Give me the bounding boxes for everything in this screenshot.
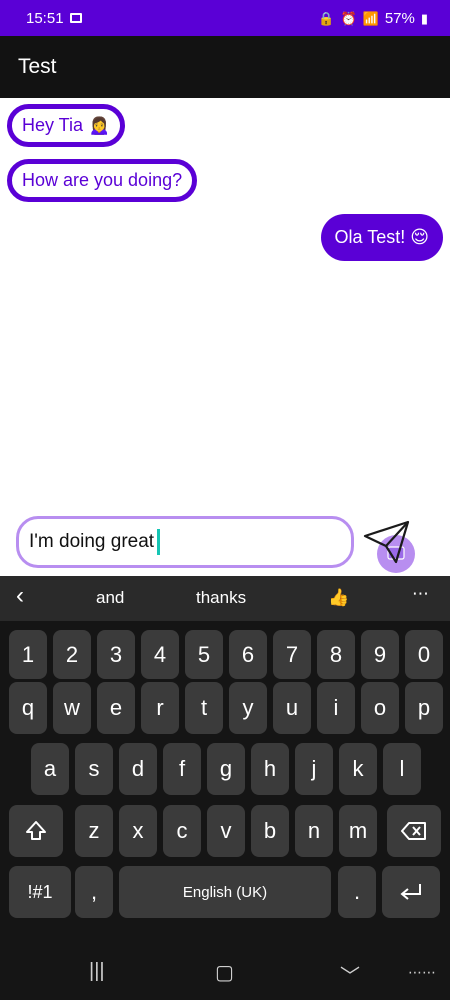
key-letter[interactable]: x [119, 805, 157, 857]
shift-icon [26, 821, 46, 840]
suggestion-item[interactable]: and [96, 588, 124, 608]
key-letter[interactable]: l [383, 743, 421, 795]
text-caret [157, 529, 161, 555]
key-letter[interactable]: v [207, 805, 245, 857]
key-letter[interactable]: u [273, 682, 311, 734]
suggestion-item[interactable]: 👍 [328, 588, 349, 608]
suggestion-bar: ‹ and thanks 👍 ⋯ [0, 576, 450, 621]
key-number[interactable]: 1 [9, 630, 47, 679]
key-letter[interactable]: t [185, 682, 223, 734]
message-input[interactable]: I'm doing great [16, 516, 354, 568]
key-letter[interactable]: e [97, 682, 135, 734]
backspace-icon [401, 822, 426, 840]
key-letter[interactable]: b [251, 805, 289, 857]
key-number[interactable]: 5 [185, 630, 223, 679]
period-key[interactable]: . [338, 866, 376, 918]
send-icon [363, 520, 415, 573]
key-letter[interactable]: g [207, 743, 245, 795]
space-key[interactable]: English (UK) [119, 866, 331, 918]
key-letter[interactable]: i [317, 682, 355, 734]
wifi-icon: 📶 [362, 10, 379, 26]
app-bar: Test [0, 36, 450, 98]
message-bubble-incoming[interactable]: Hey Tia 🙍‍♀️ [7, 104, 126, 147]
key-letter[interactable]: z [75, 805, 113, 857]
key-letter[interactable]: p [405, 682, 443, 734]
message-bubble-outgoing[interactable]: Ola Test! 😌 [320, 214, 443, 261]
key-letter[interactable]: o [361, 682, 399, 734]
message-input-text: I'm doing great [29, 531, 155, 552]
alarm-icon: ⏰ [340, 10, 357, 26]
key-letter[interactable]: y [229, 682, 267, 734]
key-number[interactable]: 4 [141, 630, 179, 679]
key-letter[interactable]: f [163, 743, 201, 795]
gallery-notification-icon [69, 13, 82, 23]
chat-list[interactable]: Hey Tia 🙍‍♀️ How are you doing? Ola Test… [0, 98, 450, 508]
key-letter[interactable]: j [295, 743, 333, 795]
key-letter[interactable]: n [295, 805, 333, 857]
key-letter[interactable]: d [119, 743, 157, 795]
key-letter[interactable]: m [339, 805, 377, 857]
chevron-left-icon[interactable]: ‹ [16, 582, 24, 610]
soft-keyboard: ‹ and thanks 👍 ⋯ 1 2 3 4 5 6 7 8 9 0 q w… [0, 576, 450, 1000]
key-letter[interactable]: r [141, 682, 179, 734]
key-letter[interactable]: h [251, 743, 289, 795]
recent-apps-icon[interactable]: ||| [89, 960, 105, 983]
lock-icon: 🔒 [318, 10, 335, 26]
key-number[interactable]: 6 [229, 630, 267, 679]
shift-key[interactable] [9, 805, 63, 857]
key-letter[interactable]: w [53, 682, 91, 734]
key-letter[interactable]: c [163, 805, 201, 857]
key-number[interactable]: 0 [405, 630, 443, 679]
backspace-key[interactable] [387, 805, 441, 857]
keyboard-switch-icon[interactable]: ⋯⋯ [408, 964, 436, 981]
battery-icon: ▮ [420, 10, 428, 26]
key-number[interactable]: 9 [361, 630, 399, 679]
key-letter[interactable]: s [75, 743, 113, 795]
status-time: 15:51 [26, 9, 64, 27]
message-composer: I'm doing great [0, 510, 450, 576]
more-options-icon[interactable]: ⋯ [412, 584, 429, 604]
enter-icon [400, 884, 421, 900]
enter-key[interactable] [382, 866, 440, 918]
status-bar: 15:51 🔒 ⏰ 📶 57% ▮ [0, 0, 450, 36]
chevron-down-icon[interactable]: ﹀ [340, 960, 360, 989]
home-icon[interactable]: ▢ [215, 960, 234, 985]
message-bubble-incoming[interactable]: How are you doing? [7, 159, 198, 202]
comma-key[interactable]: , [75, 866, 113, 918]
key-letter[interactable]: q [9, 682, 47, 734]
system-nav-bar: ||| ▢ ﹀ ⋯⋯ [0, 946, 450, 1000]
key-number[interactable]: 3 [97, 630, 135, 679]
page-title: Test [18, 55, 57, 78]
key-letter[interactable]: k [339, 743, 377, 795]
symbols-key[interactable]: !#1 [9, 866, 71, 918]
key-letter[interactable]: a [31, 743, 69, 795]
key-number[interactable]: 2 [53, 630, 91, 679]
battery-percent: 57% [384, 9, 415, 27]
key-number[interactable]: 8 [317, 630, 355, 679]
send-button[interactable] [362, 514, 420, 574]
suggestion-item[interactable]: thanks [196, 588, 246, 608]
key-number[interactable]: 7 [273, 630, 311, 679]
